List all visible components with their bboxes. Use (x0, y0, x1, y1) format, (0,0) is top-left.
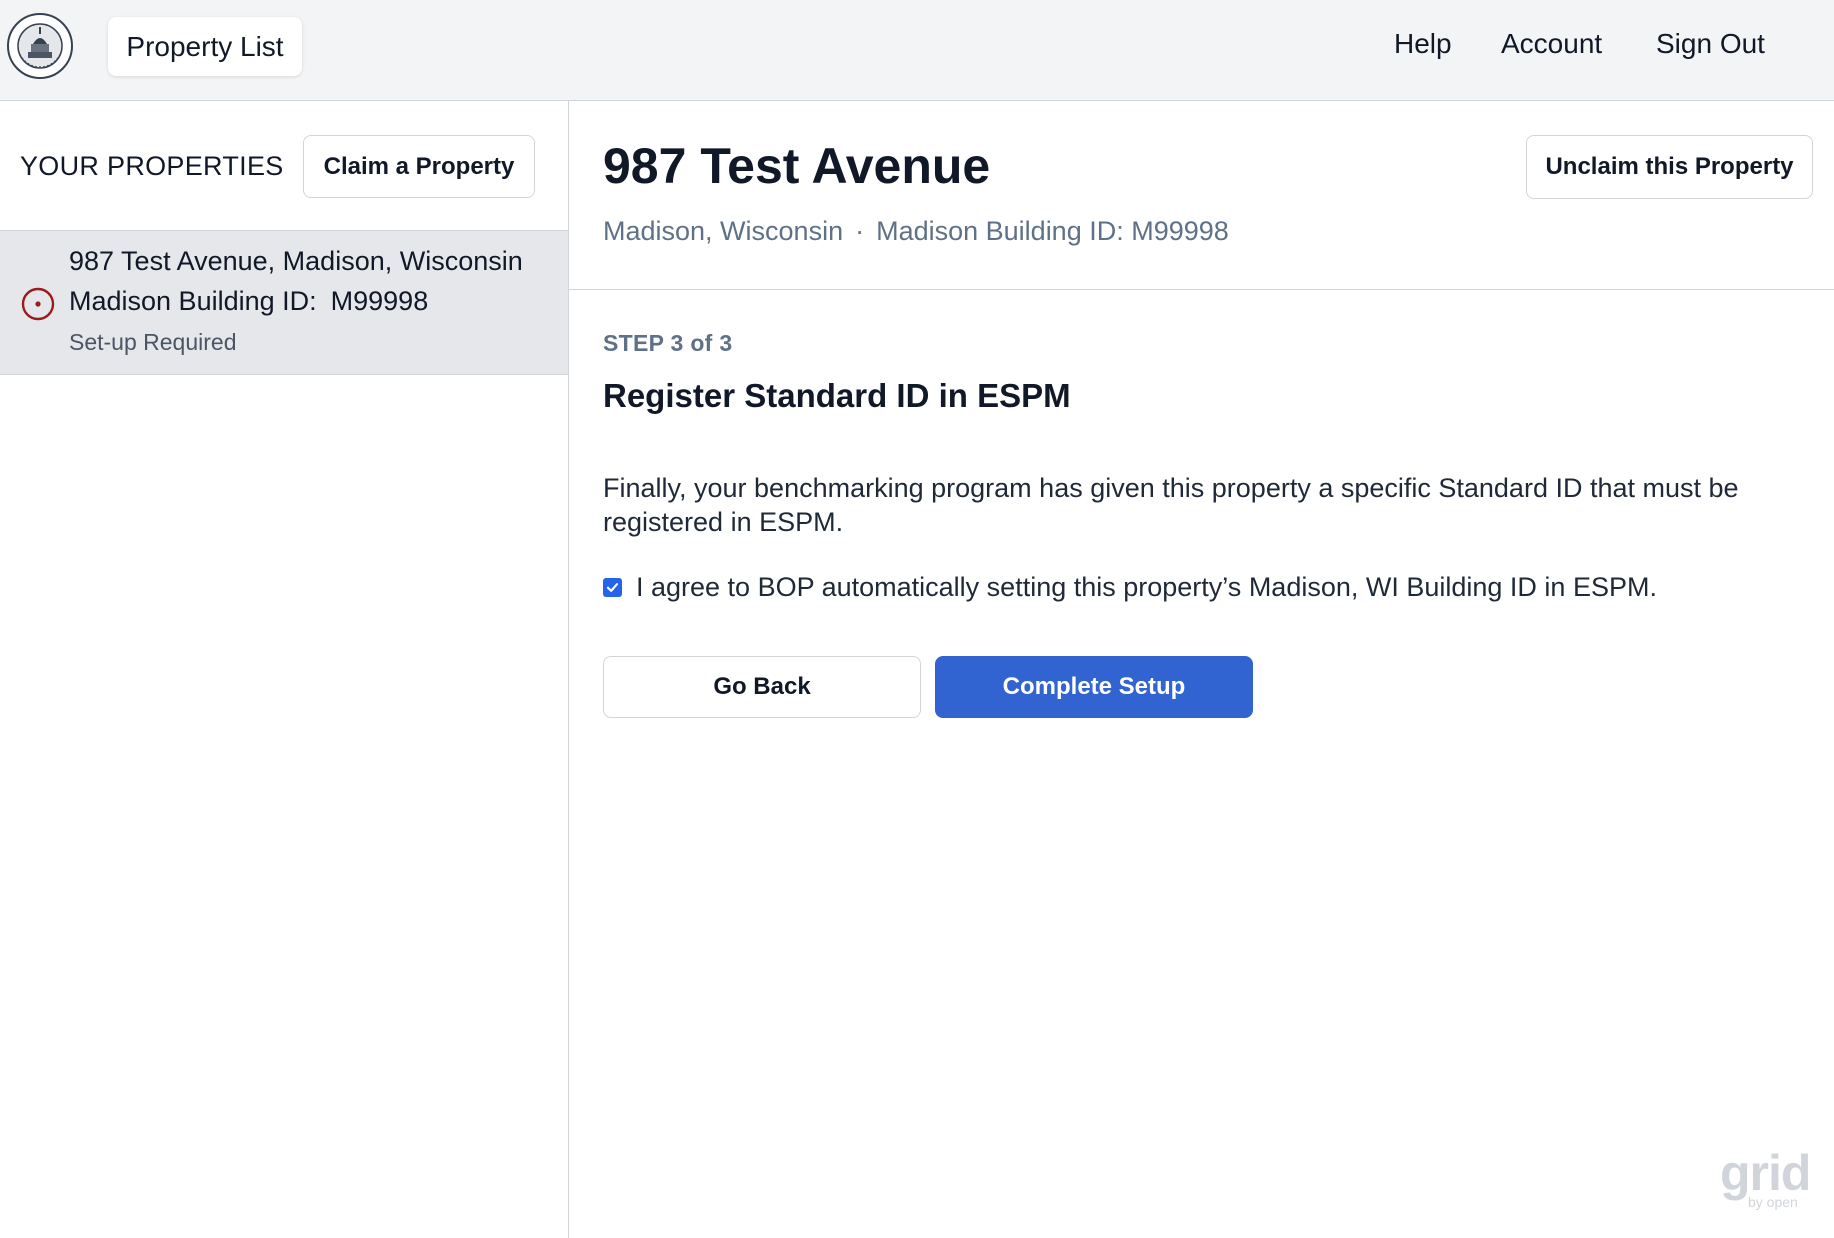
city-seal-icon (7, 13, 73, 79)
sidebar-header: YOUR PROPERTIES Claim a Property (0, 101, 568, 231)
property-subtitle: Madison, Wisconsin · Madison Building ID: … (603, 216, 1229, 247)
grid-watermark-logo: grid by open (1716, 1145, 1812, 1210)
step-description: Finally, your benchmarking program has g… (603, 473, 1739, 537)
city-seal-logo[interactable] (6, 12, 74, 80)
complete-setup-button[interactable]: Complete Setup (935, 656, 1253, 718)
property-status: Set-up Required (69, 329, 237, 355)
property-location: Madison, Wisconsin (603, 216, 844, 246)
property-list-item[interactable]: 987 Test Avenue, Madison, Wisconsin Madi… (0, 231, 568, 375)
watermark-byline: by open (1748, 1194, 1798, 1210)
building-id-value: M99998 (330, 286, 429, 316)
separator-dot: · (855, 216, 865, 246)
building-id-label: Madison Building ID: (69, 286, 317, 316)
property-list-nav[interactable]: Property List (108, 17, 302, 76)
help-link[interactable]: Help (1394, 28, 1452, 60)
sign-out-link[interactable]: Sign Out (1656, 28, 1765, 60)
main-content: 987 Test Avenue Madison, Wisconsin · Madis… (569, 101, 1834, 1238)
top-navigation-bar: Property List Help Account Sign Out (0, 0, 1834, 101)
agreement-checkbox[interactable] (603, 578, 622, 597)
property-header: 987 Test Avenue Madison, Wisconsin · Madis… (569, 101, 1834, 290)
account-link[interactable]: Account (1501, 28, 1602, 60)
checkmark-icon (606, 583, 619, 592)
claim-property-button[interactable]: Claim a Property (303, 135, 535, 198)
step-indicator: STEP 3 of 3 (603, 330, 733, 356)
page-title: 987 Test Avenue (603, 138, 991, 194)
property-building-id: Madison Building ID: M99998 (69, 286, 428, 317)
go-back-button[interactable]: Go Back (603, 656, 921, 718)
agreement-label[interactable]: I agree to BOP automatically setting thi… (636, 572, 1657, 603)
sidebar-title: YOUR PROPERTIES (20, 151, 284, 181)
step-heading: Register Standard ID in ESPM (603, 377, 1071, 414)
sidebar: YOUR PROPERTIES Claim a Property 987 Tes… (0, 101, 569, 1238)
target-circle-icon (21, 287, 55, 321)
property-address: 987 Test Avenue, Madison, Wisconsin (69, 246, 523, 276)
property-building-id-header: Madison Building ID: M99998 (876, 216, 1229, 246)
unclaim-property-button[interactable]: Unclaim this Property (1526, 135, 1813, 199)
agreement-row: I agree to BOP automatically setting thi… (603, 569, 1657, 605)
